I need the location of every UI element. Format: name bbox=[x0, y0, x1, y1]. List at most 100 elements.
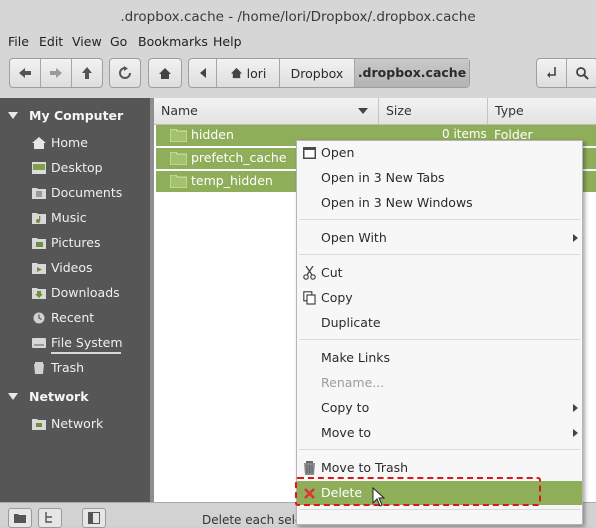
menu-item-make-links[interactable]: Make Links bbox=[297, 346, 582, 370]
sidebar-toggle-icon bbox=[88, 512, 100, 524]
breadcrumb-lori-label: lori bbox=[246, 65, 267, 81]
breadcrumb-current-label: .dropbox.cache bbox=[357, 65, 467, 80]
sidebar-item-label: Documents bbox=[51, 185, 123, 200]
mouse-cursor-icon bbox=[372, 487, 386, 507]
sidebar-item-label: Videos bbox=[51, 260, 93, 275]
copy-icon bbox=[303, 291, 316, 305]
breadcrumb-left-button[interactable] bbox=[189, 59, 217, 87]
sidebar-item-label: Trash bbox=[51, 360, 85, 375]
chevron-left-icon bbox=[199, 68, 206, 78]
menu-item-open-with[interactable]: Open With bbox=[297, 226, 582, 250]
breadcrumb-dropbox-cache[interactable]: .dropbox.cache bbox=[355, 59, 469, 87]
menu-item-copy-to[interactable]: Copy to bbox=[297, 396, 582, 420]
menu-item-label: Duplicate bbox=[321, 315, 381, 330]
menu-edit[interactable]: Edit bbox=[39, 34, 63, 49]
menu-item-label: Open With bbox=[321, 230, 387, 245]
column-header: Name Size Type bbox=[154, 98, 596, 125]
menu-item-duplicate[interactable]: Duplicate bbox=[297, 311, 582, 335]
menu-item-open[interactable]: Open bbox=[297, 141, 582, 165]
column-size[interactable]: Size bbox=[379, 98, 488, 124]
toggle-sidebar-button[interactable] bbox=[82, 508, 106, 528]
toolbar: lori Dropbox .dropbox.cache bbox=[0, 52, 596, 98]
menu-item-rename: Rename... bbox=[297, 371, 582, 395]
menu-separator bbox=[299, 219, 580, 220]
open-icon bbox=[303, 147, 316, 159]
folder-icon bbox=[170, 152, 187, 165]
file-name: temp_hidden bbox=[191, 173, 273, 188]
home-icon bbox=[159, 67, 171, 79]
menu-separator bbox=[299, 449, 580, 450]
search-icon bbox=[576, 67, 589, 80]
recent-icon bbox=[33, 312, 45, 324]
breadcrumb-dropbox[interactable]: Dropbox bbox=[280, 59, 355, 87]
column-name-label: Name bbox=[161, 103, 198, 118]
context-menu: Open Open in 3 New Tabs Open in 3 New Wi… bbox=[296, 140, 583, 525]
sidebar-item-label: Network bbox=[51, 416, 104, 431]
menu-item-label: Cut bbox=[321, 265, 343, 280]
submenu-arrow-icon bbox=[573, 234, 578, 242]
menu-item-label: Open in 3 New Tabs bbox=[321, 170, 445, 185]
menu-item-cut[interactable]: Cut bbox=[297, 261, 582, 285]
forward-button[interactable] bbox=[41, 59, 72, 87]
highlight-annotation bbox=[295, 477, 541, 506]
music-folder-icon bbox=[32, 213, 46, 224]
sidebar-section-title: My Computer bbox=[29, 108, 124, 123]
menu-item-label: Copy to bbox=[321, 400, 370, 415]
menu-item-open-in-new-tabs[interactable]: Open in 3 New Tabs bbox=[297, 166, 582, 190]
menu-item-label: Open in 3 New Windows bbox=[321, 195, 473, 210]
sidebar-item-label: File System bbox=[51, 335, 123, 350]
menu-item-move-to[interactable]: Move to bbox=[297, 421, 582, 445]
menu-go[interactable]: Go bbox=[110, 34, 127, 49]
menu-item-label: Copy bbox=[321, 290, 353, 305]
column-type[interactable]: Type bbox=[488, 98, 596, 124]
toggle-location-button[interactable] bbox=[537, 59, 567, 87]
sidebar-section-network[interactable]: Network bbox=[0, 389, 150, 407]
submenu-arrow-icon bbox=[573, 404, 578, 412]
reload-button[interactable] bbox=[109, 58, 141, 88]
disk-usage-bar bbox=[51, 352, 121, 354]
file-size: 0 items bbox=[442, 127, 487, 141]
home-button[interactable] bbox=[148, 58, 182, 88]
downloads-folder-icon bbox=[32, 288, 46, 299]
folder-icon bbox=[170, 129, 187, 142]
sidebar-item-label: Recent bbox=[51, 310, 95, 325]
column-name[interactable]: Name bbox=[154, 98, 379, 124]
forward-arrow-icon bbox=[50, 68, 62, 78]
menu-item-open-in-new-windows[interactable]: Open in 3 New Windows bbox=[297, 191, 582, 215]
back-arrow-icon bbox=[19, 68, 31, 78]
desktop-icon bbox=[32, 162, 46, 174]
sidebar-item-label: Home bbox=[51, 135, 88, 150]
documents-folder-icon bbox=[32, 188, 46, 199]
search-button[interactable] bbox=[567, 59, 596, 87]
videos-folder-icon bbox=[32, 263, 46, 274]
breadcrumb-dropbox-label: Dropbox bbox=[290, 65, 344, 81]
menu-item-label: Move to bbox=[321, 425, 372, 440]
breadcrumb-lori[interactable]: lori bbox=[217, 59, 280, 87]
menu-view[interactable]: View bbox=[72, 34, 102, 49]
reload-icon bbox=[119, 66, 131, 79]
sidebar-item-label: Music bbox=[51, 210, 87, 225]
sidebar-item-label: Downloads bbox=[51, 285, 120, 300]
menu-item-copy[interactable]: Copy bbox=[297, 286, 582, 310]
sidebar: My Computer Home Desktop Documents Music… bbox=[0, 98, 154, 502]
show-places-button[interactable] bbox=[8, 508, 32, 528]
home-icon bbox=[230, 67, 242, 79]
back-button[interactable] bbox=[10, 59, 41, 87]
menu-separator bbox=[299, 254, 580, 255]
menu-file[interactable]: File bbox=[8, 34, 29, 49]
show-tree-button[interactable] bbox=[38, 508, 62, 528]
places-icon bbox=[14, 514, 26, 523]
home-icon bbox=[32, 137, 46, 149]
menu-help[interactable]: Help bbox=[213, 34, 242, 49]
up-button[interactable] bbox=[72, 59, 102, 87]
location-toggle-icon bbox=[546, 67, 556, 78]
sidebar-item-label: Pictures bbox=[51, 235, 101, 250]
expand-arrow-icon bbox=[8, 393, 18, 400]
trash-icon bbox=[34, 362, 44, 374]
folder-icon bbox=[170, 175, 187, 188]
sidebar-item-label: Desktop bbox=[51, 160, 103, 175]
sidebar-section-my-computer[interactable]: My Computer bbox=[0, 108, 150, 126]
menu-item-label: Make Links bbox=[321, 350, 391, 365]
tree-icon bbox=[45, 512, 52, 523]
menu-bookmarks[interactable]: Bookmarks bbox=[138, 34, 208, 49]
